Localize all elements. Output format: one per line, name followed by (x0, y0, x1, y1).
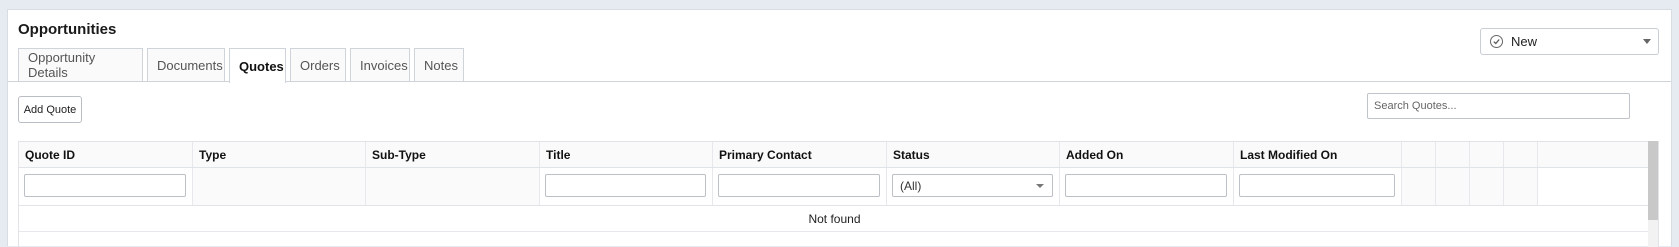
filter-cell-action-4 (1504, 168, 1538, 205)
search-quotes-input[interactable] (1367, 93, 1630, 119)
column-header-primary-contact[interactable]: Primary Contact (713, 142, 887, 167)
filter-status-value: (All) (900, 178, 922, 193)
column-header-action-4 (1504, 142, 1538, 167)
column-header-added-on[interactable]: Added On (1060, 142, 1234, 167)
filter-cell-action-3 (1470, 168, 1504, 205)
filter-last-modified-input[interactable] (1239, 174, 1395, 197)
grid-header-row: Quote ID Type Sub-Type Title Primary Con… (19, 141, 1650, 168)
column-header-action-2 (1436, 142, 1470, 167)
tab-opportunity-details[interactable]: Opportunity Details (18, 48, 143, 81)
filter-cell-quote-id (19, 168, 193, 205)
filter-title-input[interactable] (545, 174, 706, 197)
status-value: New (1511, 34, 1538, 49)
filter-cell-added-on (1060, 168, 1234, 205)
column-header-action-3 (1470, 142, 1504, 167)
column-header-title[interactable]: Title (540, 142, 713, 167)
add-quote-button[interactable]: Add Quote (18, 96, 82, 123)
tab-quotes[interactable]: Quotes (229, 48, 286, 83)
filter-cell-status: (All) (887, 168, 1060, 205)
filter-cell-primary-contact (713, 168, 887, 205)
column-header-action-1 (1402, 142, 1436, 167)
filter-primary-contact-input[interactable] (718, 174, 880, 197)
tab-invoices[interactable]: Invoices (350, 48, 410, 81)
filter-cell-action-1 (1402, 168, 1436, 205)
empty-message: Not found (19, 206, 1650, 232)
tab-bar: Opportunity Details Documents Quotes Ord… (18, 48, 464, 83)
chevron-down-icon (1036, 184, 1044, 188)
scrollbar-thumb[interactable] (1648, 141, 1658, 220)
filter-cell-title (540, 168, 713, 205)
opportunities-panel: Opportunities Opportunity Details Docume… (7, 9, 1672, 247)
chevron-down-icon (1643, 39, 1651, 44)
status-dropdown[interactable]: New (1480, 28, 1659, 55)
column-header-status[interactable]: Status (887, 142, 1060, 167)
column-header-sub-type[interactable]: Sub-Type (366, 142, 540, 167)
filter-status-select[interactable]: (All) (892, 174, 1053, 197)
filter-cell-action-2 (1436, 168, 1470, 205)
check-circle-icon (1490, 35, 1503, 48)
filter-cell-sub-type (366, 168, 540, 205)
tab-documents[interactable]: Documents (147, 48, 225, 81)
filter-added-on-input[interactable] (1065, 174, 1227, 197)
filter-cell-type (193, 168, 366, 205)
grid-filter-row: (All) (19, 168, 1650, 206)
quotes-grid: Quote ID Type Sub-Type Title Primary Con… (18, 141, 1659, 247)
column-header-quote-id[interactable]: Quote ID (19, 142, 193, 167)
tab-orders[interactable]: Orders (290, 48, 346, 81)
column-header-type[interactable]: Type (193, 142, 366, 167)
page-title: Opportunities (18, 21, 117, 38)
column-header-last-modified-on[interactable]: Last Modified On (1234, 142, 1402, 167)
filter-cell-last-modified-on (1234, 168, 1402, 205)
filter-quote-id-input[interactable] (24, 174, 186, 197)
tab-notes[interactable]: Notes (414, 48, 464, 81)
